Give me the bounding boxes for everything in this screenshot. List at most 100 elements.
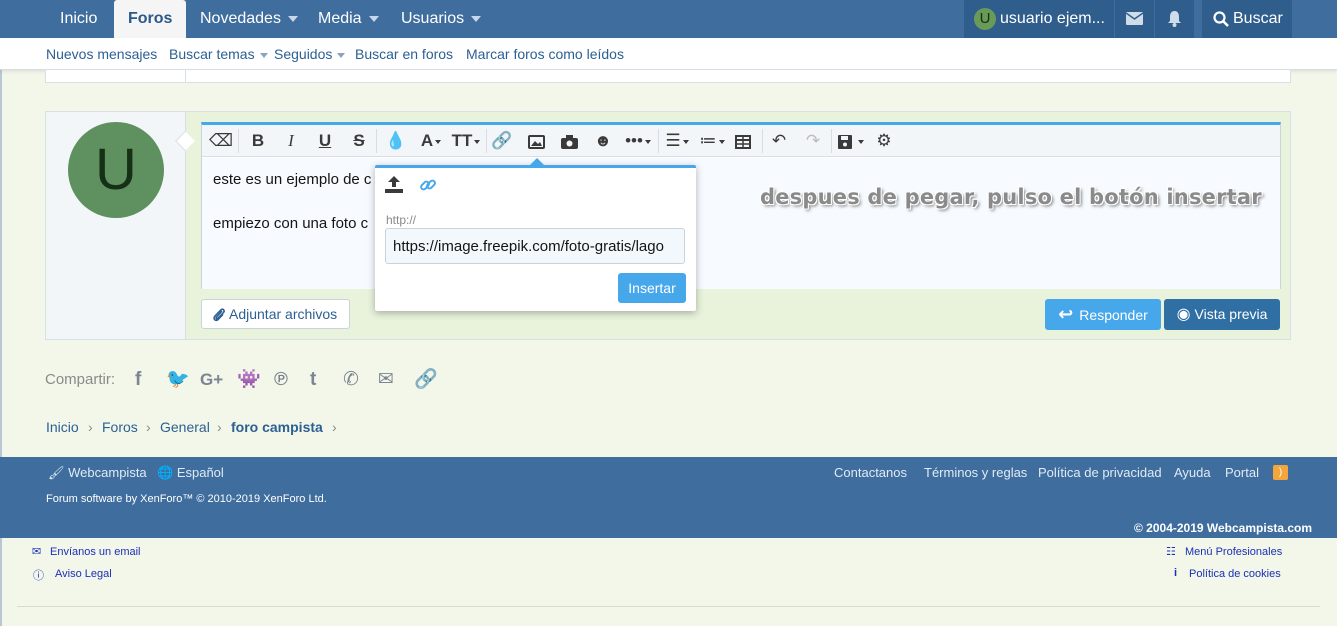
chevron-down-icon	[287, 15, 298, 22]
link-menu-profesionales[interactable]: Menú Profesionales	[1185, 546, 1282, 558]
tab-media[interactable]: Media	[304, 0, 393, 38]
chevron-right-icon: ›	[146, 419, 151, 435]
reply-button[interactable]: ↩ Responder	[1045, 299, 1161, 330]
more-options-icon[interactable]: •••	[620, 125, 656, 157]
preview-button[interactable]: ◉ Vista previa	[1164, 299, 1280, 330]
tab-foros[interactable]: Foros	[114, 0, 187, 38]
list-icon[interactable]: ≔	[695, 125, 729, 157]
subnav-buscar-temas[interactable]: Buscar temas	[169, 38, 268, 70]
tab-novedades[interactable]: Novedades	[186, 0, 312, 38]
avatar: U	[974, 7, 996, 30]
strikethrough-icon[interactable]: S	[345, 125, 373, 157]
breadcrumb-general[interactable]: General	[160, 418, 210, 436]
top-navigation: Inicio Foros Novedades Media Usuarios Uu…	[0, 0, 1337, 38]
link-cookies[interactable]: Política de cookies	[1189, 568, 1281, 580]
image-url-input[interactable]	[385, 228, 685, 264]
camera-icon[interactable]	[555, 125, 583, 157]
editor-toolbar: ⌫ B I U S 💧 A TT 🔗 ☻ ••• ☰ ≔ ↶ ↷ ⚙	[202, 125, 1280, 157]
search-label: Buscar	[1233, 10, 1283, 27]
reddit-icon[interactable]: 👾	[237, 366, 261, 394]
breadcrumb-foro-campista[interactable]: foro campista	[231, 418, 323, 436]
reply-arrow-icon: ↩	[1058, 304, 1074, 324]
insert-image-popup: http:// Insertar	[375, 158, 696, 311]
footer-link-contactanos[interactable]: Contactanos	[834, 465, 907, 480]
subnav-marcar-leidos[interactable]: Marcar foros como leídos	[466, 38, 624, 70]
inbox-button[interactable]	[1115, 0, 1154, 38]
user-name: usuario ejem...	[1000, 10, 1105, 27]
account-menu[interactable]: Uusuario ejem...	[964, 0, 1114, 38]
tumblr-icon[interactable]: t	[310, 366, 316, 394]
save-draft-icon[interactable]	[834, 125, 868, 157]
copyright: © 2004-2019 Webcampista.com	[1134, 521, 1313, 535]
google-plus-icon[interactable]: G+	[200, 366, 223, 394]
image-icon[interactable]	[522, 125, 550, 157]
tab-media-label: Media	[318, 10, 362, 27]
pinterest-icon[interactable]: ℗	[274, 366, 288, 394]
underline-icon[interactable]: U	[311, 125, 339, 157]
breadcrumb-foros[interactable]: Foros	[102, 418, 138, 436]
insert-button[interactable]: Insertar	[618, 273, 686, 303]
editor-content[interactable]: este es un ejemplo de c empiezo con una …	[202, 158, 1280, 289]
tab-usuarios[interactable]: Usuarios	[387, 0, 495, 38]
email-share-icon[interactable]: ✉	[378, 366, 394, 394]
reply-user-pane: U	[46, 112, 186, 339]
smiley-icon[interactable]: ☻	[589, 125, 617, 157]
subnav-buscar-en-foros[interactable]: Buscar en foros	[355, 38, 453, 70]
table-icon[interactable]	[729, 125, 757, 157]
toolbar-separator	[762, 129, 763, 153]
attach-files-button[interactable]: Adjuntar archivos	[201, 299, 350, 329]
tab-inicio[interactable]: Inicio	[46, 0, 111, 38]
list-icon: ☷	[1166, 546, 1176, 558]
toolbar-separator	[486, 129, 487, 153]
whatsapp-icon[interactable]: ✆	[343, 366, 359, 394]
link-icon[interactable]: 🔗	[488, 125, 516, 157]
redo-icon[interactable]: ↷	[799, 125, 827, 157]
search-icon	[1213, 11, 1229, 27]
font-family-icon[interactable]: A	[414, 125, 448, 157]
language-chooser[interactable]: 🌐 Español	[157, 465, 224, 481]
chevron-down-icon	[259, 52, 268, 58]
footer-link-privacidad[interactable]: Política de privacidad	[1038, 465, 1162, 480]
gear-icon[interactable]: ⚙	[870, 125, 898, 157]
previous-post-divider	[185, 70, 186, 82]
subnav-nuevos-mensajes[interactable]: Nuevos mensajes	[46, 38, 157, 70]
subnav-seguidos[interactable]: Seguidos	[274, 38, 346, 70]
search-button[interactable]: Buscar	[1202, 0, 1292, 38]
footer-link-portal[interactable]: Portal	[1225, 465, 1259, 480]
undo-icon[interactable]: ↶	[765, 125, 793, 157]
popup-pointer	[529, 158, 545, 166]
link-icon[interactable]	[419, 174, 437, 194]
style-chooser[interactable]: 🖌 Webcampista	[48, 465, 147, 481]
twitter-icon[interactable]: 🐦	[166, 366, 190, 394]
upload-icon[interactable]	[385, 174, 403, 194]
subnav-seguidos-label: Seguidos	[274, 46, 333, 62]
footer-link-ayuda[interactable]: Ayuda	[1174, 465, 1211, 480]
link-email[interactable]: Envíanos un email	[50, 546, 141, 558]
breadcrumb-inicio[interactable]: Inicio	[46, 418, 79, 436]
link-share-icon[interactable]: 🔗	[414, 366, 438, 394]
font-size-icon[interactable]: TT	[449, 125, 483, 157]
toolbar-separator	[238, 129, 239, 153]
rss-icon[interactable]: )	[1273, 465, 1288, 480]
avatar[interactable]: U	[68, 122, 164, 218]
italic-icon[interactable]: I	[277, 125, 305, 157]
reply-button-label: Responder	[1079, 307, 1148, 323]
eye-icon: ◉	[1176, 306, 1191, 323]
footer-link-terminos[interactable]: Términos y reglas	[924, 465, 1027, 480]
alerts-button[interactable]	[1155, 0, 1194, 38]
software-credit: Forum software by XenForo™ © 2010-2019 X…	[46, 493, 327, 505]
chevron-right-icon: ›	[88, 419, 93, 435]
facebook-icon[interactable]: f	[135, 366, 141, 394]
chevron-right-icon: ›	[217, 419, 222, 435]
url-label: http://	[386, 213, 417, 227]
editor-line-1: este es un ejemplo de c	[213, 171, 372, 188]
language-chooser-label: Español	[176, 465, 224, 480]
align-left-icon[interactable]: ☰	[660, 125, 694, 157]
link-aviso-legal[interactable]: Aviso Legal	[55, 568, 112, 580]
style-chooser-label: Webcampista	[68, 465, 147, 480]
color-drop-icon[interactable]: 💧	[382, 125, 410, 157]
eraser-icon[interactable]: ⌫	[207, 125, 235, 157]
bold-icon[interactable]: B	[244, 125, 272, 157]
previous-post	[45, 70, 1291, 83]
envelope-icon	[1125, 12, 1144, 26]
